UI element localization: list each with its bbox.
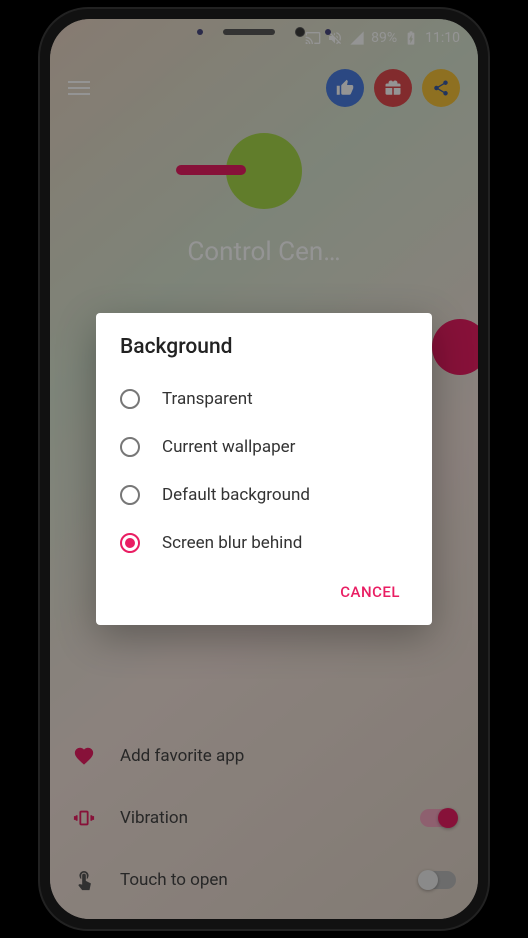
dialog-scrim[interactable]: Background Transparent Current wallpaper… [50,19,478,919]
radio-icon-selected [120,533,140,553]
radio-label: Default background [162,485,310,505]
radio-label: Transparent [162,389,253,409]
cancel-button[interactable]: CANCEL [332,575,408,609]
radio-label: Current wallpaper [162,437,295,457]
radio-icon [120,389,140,409]
background-dialog: Background Transparent Current wallpaper… [96,313,432,625]
dialog-actions: CANCEL [120,567,408,615]
radio-icon [120,485,140,505]
dialog-title: Background [120,335,408,359]
phone-frame: 89% 11:10 Control Cen… [40,9,488,929]
radio-option-current-wallpaper[interactable]: Current wallpaper [120,423,408,471]
screen: 89% 11:10 Control Cen… [50,19,478,919]
radio-option-screen-blur[interactable]: Screen blur behind [120,519,408,567]
radio-label: Screen blur behind [162,533,302,553]
radio-icon [120,437,140,457]
phone-sensors [197,27,331,37]
radio-option-transparent[interactable]: Transparent [120,375,408,423]
radio-option-default-background[interactable]: Default background [120,471,408,519]
